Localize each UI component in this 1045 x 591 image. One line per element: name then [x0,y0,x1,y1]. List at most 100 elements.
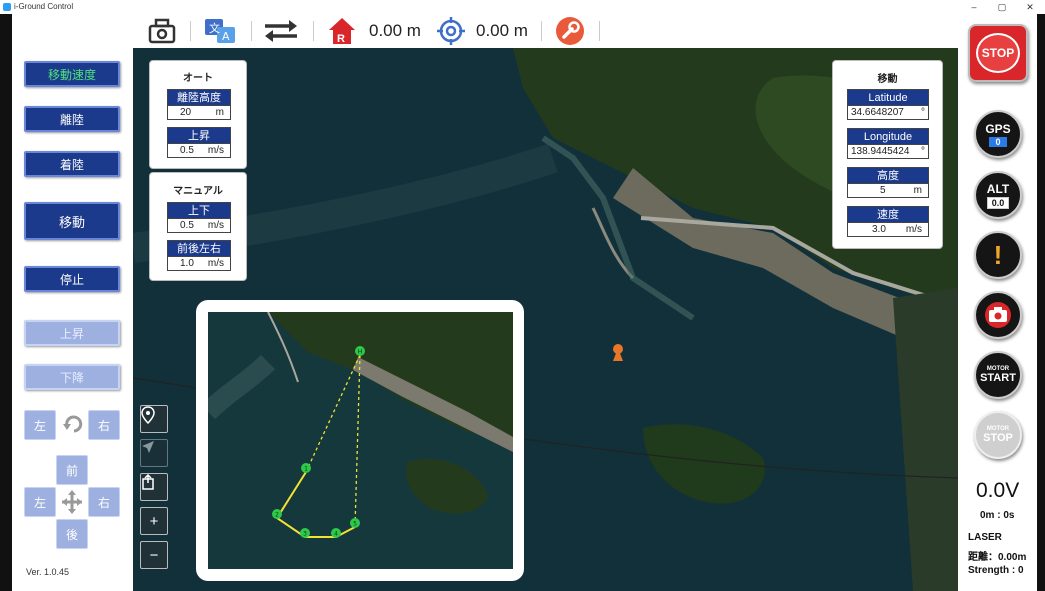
manual-settings-panel: マニュアル 上下 0.5 m/s 前後左右 1.0 m/s [149,172,247,281]
auto-settings-panel: オート 離陸高度 20 m 上昇 0.5 m/s [149,60,247,169]
latitude-unit: ° [921,107,925,118]
rotate-icon [62,412,84,436]
inset-map[interactable]: H 1 2 3 4 5 [208,312,513,569]
camera-record-button[interactable] [974,291,1022,339]
strafe-right-button[interactable]: 右 [88,487,120,517]
home-letter: R [337,33,345,45]
laser-distance: 距離：0.00m [968,552,1027,563]
descend-button[interactable]: 下降 [24,364,120,390]
auto-panel-title: オート [183,73,213,84]
waypoint-label: H [358,349,363,356]
app-icon [3,3,11,11]
ascend-rate-value: 0.5 [180,145,194,156]
strafe-left-button[interactable]: 左 [24,487,56,517]
navigate-button[interactable] [140,439,168,467]
ascend-rate-field[interactable]: 0.5 m/s [167,143,231,158]
altitude-value: 5 [880,185,886,196]
map-marker-button[interactable] [140,405,168,433]
translate-glyph-2: A [222,30,230,43]
latitude-value: 34.6648207 [851,107,904,118]
window-title: i-Ground Control [14,2,74,11]
warning-button[interactable]: ! [974,231,1022,279]
map-pin-icon [141,406,155,424]
vertical-speed-value: 0.5 [180,220,194,231]
top-toolbar: 文A R 0.00 m 0.00 m [133,14,958,48]
waypoint-label: 1 [304,466,308,473]
title-bar: i-Ground Control – ▢ ✕ [0,0,1045,14]
rotate-left-button[interactable]: 左 [24,410,56,440]
altitude-label: 高度 [847,167,929,183]
latitude-field[interactable]: 34.6648207 ° [847,105,929,120]
laser-title: LASER [968,532,1002,543]
gps-status-button[interactable]: GPS 0 [974,110,1022,158]
takeoff-altitude-field[interactable]: 20 m [167,105,231,120]
zoom-in-button[interactable]: + [140,507,168,535]
speed-value: 3.0 [872,224,886,235]
manual-panel-title: マニュアル [173,186,223,197]
latitude-label: Latitude [847,89,929,105]
settings-wrench-icon[interactable] [555,14,585,48]
swap-arrows-icon[interactable] [263,14,299,48]
longitude-field[interactable]: 138.9445424 ° [847,144,929,159]
longitude-label: Longitude [847,128,929,144]
speed-label: 速度 [847,206,929,222]
gps-label: GPS [985,121,1011,136]
left-control-panel: 移動速度 離陸 着陸 移動 停止 上昇 下降 左 右 前 左 右 後 Ver. … [0,14,133,591]
back-button[interactable]: 後 [56,519,88,549]
vertical-speed-unit: m/s [207,220,224,231]
gps-value: 0 [989,136,1007,147]
speed-unit: m/s [905,224,922,235]
ascend-button[interactable]: 上昇 [24,320,120,346]
alt-value: 0.0 [986,196,1010,209]
altitude-field[interactable]: 5m [847,183,929,198]
motor-stop-button[interactable]: MOTOR STOP [974,411,1022,459]
motor-start-button[interactable]: MOTOR START [974,351,1022,399]
altitude-status-button[interactable]: ALT 0.0 [974,171,1022,219]
takeoff-altitude-label: 離陸高度 [167,89,231,105]
close-button[interactable]: ✕ [1016,0,1044,14]
navigation-arrow-icon [142,441,154,453]
camera-icon [985,302,1011,328]
stop-move-button[interactable]: 停止 [24,266,120,292]
emergency-stop-button[interactable]: STOP [968,24,1028,82]
zoom-out-button[interactable]: − [140,541,168,569]
translate-glyph-1: 文 [209,21,220,35]
motor-stop-label: STOP [983,432,1013,444]
right-status-panel: STOP GPS 0 ALT 0.0 ! MOTOR START MOTOR S… [958,14,1045,591]
waypoint-label: 3 [303,531,307,538]
home-distance-value: 0.00 m [369,21,421,40]
horizontal-speed-unit: m/s [207,258,224,269]
horizontal-speed-field[interactable]: 1.0 m/s [167,256,231,271]
takeoff-altitude-unit: m [215,107,224,118]
horizontal-speed-label: 前後左右 [167,240,231,256]
warning-icon: ! [993,239,1003,270]
vertical-speed-label: 上下 [167,202,231,218]
alt-label: ALT [986,181,1010,196]
flight-plan-inset: H 1 2 3 4 5 [196,300,524,581]
takeoff-altitude-value: 20 [180,107,192,118]
map-view[interactable]: オート 離陸高度 20 m 上昇 0.5 m/s マニュアル 上下 0.5 m/s 前… [133,48,958,591]
move-speed-button[interactable]: 移動速度 [24,61,120,87]
vertical-speed-field[interactable]: 0.5 m/s [167,218,231,233]
speed-field[interactable]: 3.0 m/s [847,222,929,237]
camera-switch-icon[interactable] [147,14,177,48]
move-cross-icon [62,490,82,514]
move-button[interactable]: 移動 [24,202,120,240]
rotate-right-button[interactable]: 右 [88,410,120,440]
minimize-button[interactable]: – [960,0,988,14]
takeoff-button[interactable]: 離陸 [24,106,120,132]
maximize-button[interactable]: ▢ [988,0,1016,14]
translate-icon[interactable]: 文A [203,14,239,48]
ascend-rate-unit: m/s [207,145,224,156]
target-distance-value: 0.00 m [476,21,528,40]
horizontal-speed-value: 1.0 [180,258,194,269]
waypoint-label: 2 [275,512,279,519]
move-info-panel: 移動 Latitude 34.6648207 ° Longitude 138.94… [832,60,943,249]
longitude-unit: ° [921,146,925,157]
land-button[interactable]: 着陸 [24,151,120,177]
waypoint-label: 4 [334,531,338,538]
export-button[interactable] [140,473,168,501]
forward-button[interactable]: 前 [56,455,88,485]
move-panel-title: 移動 [877,74,898,85]
longitude-value: 138.9445424 [851,146,910,157]
